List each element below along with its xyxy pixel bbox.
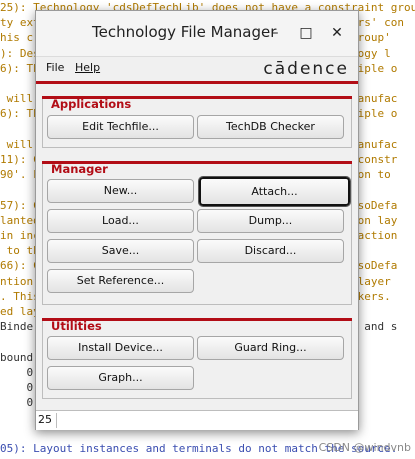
menubar: File Help cādence	[36, 57, 358, 81]
install-device-button[interactable]: Install Device...	[47, 336, 194, 360]
brand-divider	[36, 81, 358, 84]
menu-file[interactable]: File	[46, 61, 64, 74]
guard-ring-button[interactable]: Guard Ring...	[197, 336, 344, 360]
cadence-logo: cādence	[263, 59, 349, 79]
status-bar: 25	[36, 410, 358, 430]
set-reference-button[interactable]: Set Reference...	[47, 269, 194, 293]
close-icon[interactable]: ✕	[327, 23, 347, 43]
window-title: Technology File Manager	[92, 23, 277, 41]
utilities-group: Utilities Install Device... Guard Ring..…	[42, 318, 352, 399]
save-button[interactable]: Save...	[47, 239, 194, 263]
techdb-checker-button[interactable]: TechDB Checker	[197, 115, 344, 139]
graph-button[interactable]: Graph...	[47, 366, 194, 390]
titlebar: Technology File Manager – □ ✕	[36, 11, 358, 57]
discard-button[interactable]: Discard...	[197, 239, 344, 263]
attach-button[interactable]: Attach...	[198, 176, 351, 207]
applications-label: Applications	[51, 97, 132, 111]
menu-help[interactable]: Help	[75, 61, 100, 74]
new-button[interactable]: New...	[47, 179, 194, 203]
manager-label: Manager	[51, 162, 108, 176]
technology-file-manager-window: Technology File Manager – □ ✕ File Help …	[35, 10, 359, 430]
edit-techfile-button[interactable]: Edit Techfile...	[47, 115, 194, 139]
dump-button[interactable]: Dump...	[197, 209, 344, 233]
utilities-label: Utilities	[51, 319, 102, 333]
maximize-icon[interactable]: □	[296, 23, 316, 43]
status-line-number: 25	[38, 413, 57, 428]
load-button[interactable]: Load...	[47, 209, 194, 233]
minimize-icon[interactable]: –	[265, 23, 285, 43]
applications-group: Applications Edit Techfile... TechDB Che…	[42, 96, 352, 148]
watermark: CSDN @windvnb	[318, 441, 411, 454]
manager-group: Manager New... Attach... Load... Dump...…	[42, 161, 352, 305]
